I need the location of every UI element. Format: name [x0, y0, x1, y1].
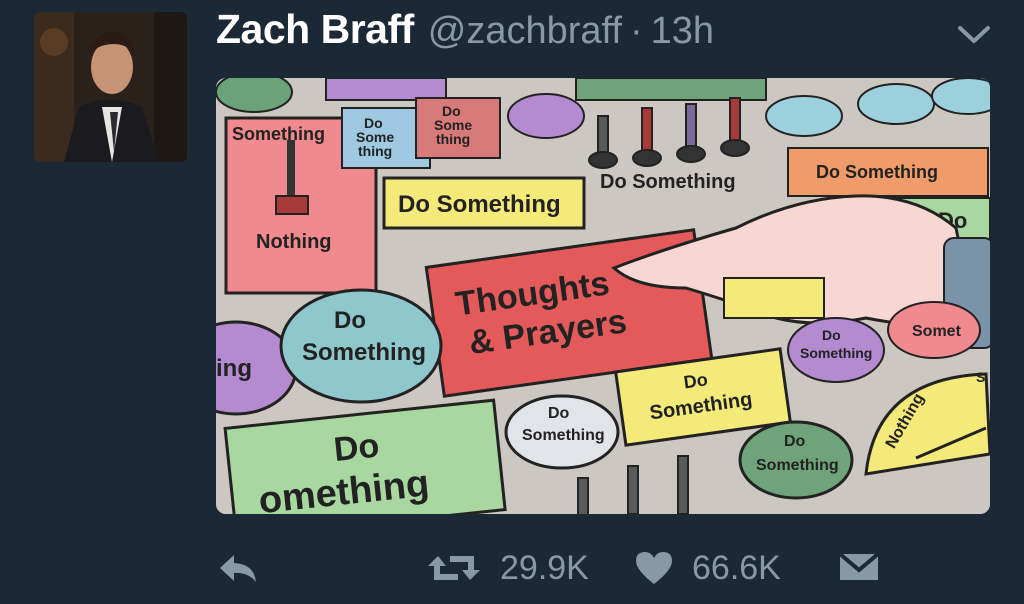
- svg-text:Do: Do: [334, 307, 366, 334]
- svg-text:ing: ing: [216, 355, 252, 382]
- meme-label-do-something: Do Something: [398, 191, 561, 218]
- meme-image: Something Nothing Do Some thing Do Some …: [216, 78, 990, 514]
- svg-text:Do: Do: [822, 327, 841, 343]
- svg-text:Something: Something: [756, 457, 839, 474]
- svg-text:S: S: [976, 369, 985, 385]
- svg-text:Do: Do: [682, 369, 709, 392]
- retweet-count: 29.9K: [500, 548, 589, 587]
- retweet-icon: [428, 556, 480, 580]
- svg-text:Somet: Somet: [912, 323, 962, 340]
- svg-text:thing: thing: [436, 131, 470, 147]
- direct-message-button[interactable]: [838, 540, 880, 596]
- avatar-photo: [34, 12, 187, 162]
- direct-message-icon: [838, 552, 880, 580]
- svg-text:Something: Something: [302, 339, 426, 366]
- like-count: 66.6K: [692, 548, 781, 587]
- user-handle[interactable]: @zachbraff: [428, 10, 622, 53]
- svg-text:Something: Something: [800, 345, 872, 361]
- svg-text:Do: Do: [784, 433, 806, 450]
- svg-text:Do Something: Do Something: [600, 171, 736, 193]
- chevron-down-icon[interactable]: [956, 22, 992, 46]
- svg-text:Do: Do: [548, 405, 570, 422]
- reply-icon: [220, 555, 256, 582]
- meme-label-nothing: Nothing: [256, 231, 332, 253]
- avatar[interactable]: [34, 12, 187, 162]
- svg-text:Do Something: Do Something: [816, 162, 938, 182]
- svg-text:Something: Something: [522, 427, 605, 444]
- separator-dot: ·: [629, 10, 643, 52]
- meme-label-something: Something: [232, 124, 325, 144]
- tweet-media[interactable]: Something Nothing Do Some thing Do Some …: [216, 78, 990, 514]
- like-button[interactable]: 66.6K: [634, 540, 781, 596]
- reply-button[interactable]: [216, 540, 260, 596]
- timestamp[interactable]: 13h: [651, 10, 714, 53]
- heart-icon: [636, 552, 672, 584]
- display-name[interactable]: Zach Braff: [216, 6, 414, 53]
- svg-text:Do: Do: [332, 427, 381, 470]
- retweet-button[interactable]: 29.9K: [426, 540, 589, 596]
- tweet-header: Zach Braff @zachbraff · 13h: [216, 6, 714, 60]
- tweet-actions: 29.9K 66.6K: [216, 540, 996, 596]
- svg-text:thing: thing: [358, 143, 392, 159]
